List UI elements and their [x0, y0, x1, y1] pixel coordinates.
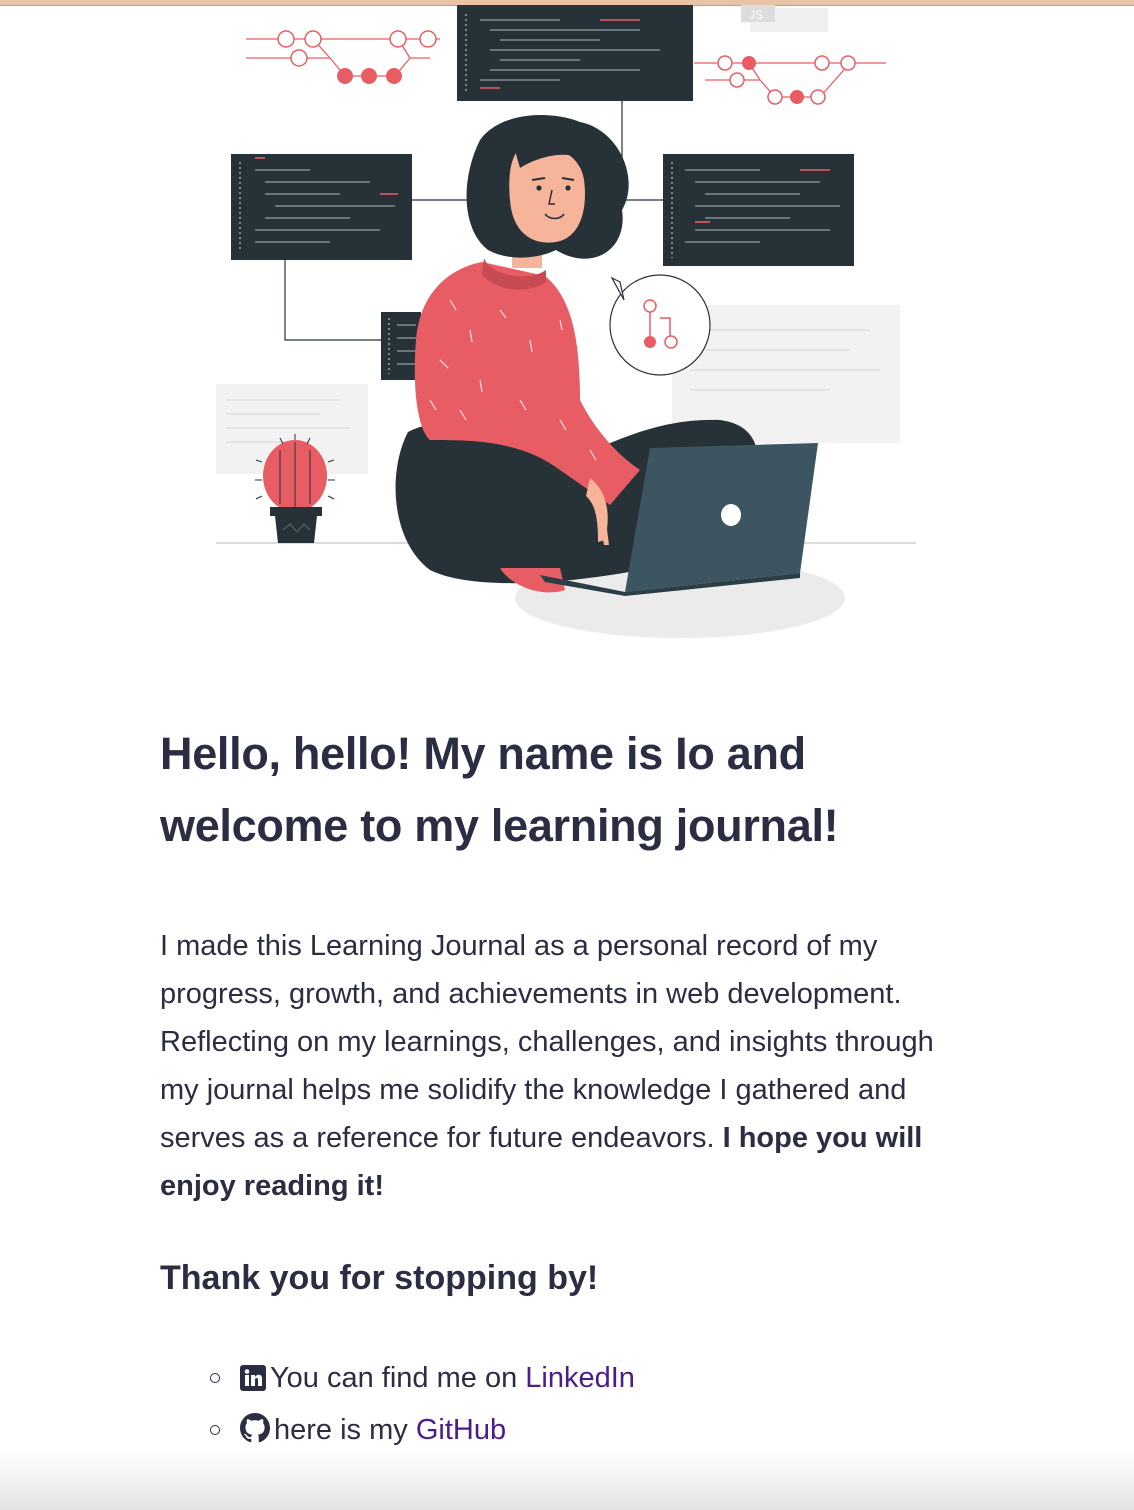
bottom-fade — [0, 1450, 1134, 1510]
bullet-circle-icon — [210, 1425, 220, 1435]
page-title-line2: welcome to my learning journal! — [160, 800, 839, 851]
intro-paragraph: I made this Learning Journal as a person… — [160, 922, 970, 1210]
page-title-line1: Hello, hello! My name is Io and — [160, 728, 806, 779]
list-item-linkedin: You can find me on LinkedIn — [210, 1354, 980, 1406]
linkedin-text: You can find me on — [270, 1362, 526, 1394]
github-link[interactable]: GitHub — [416, 1414, 506, 1446]
woman-coding-laptop-illustration: JS — [216, 5, 916, 638]
hero-illustration: JS — [0, 0, 1134, 660]
linkedin-icon — [240, 1358, 266, 1406]
js-badge: JS — [749, 8, 763, 22]
main-content: Hello, hello! My name is Io and welcome … — [160, 718, 980, 1458]
linkedin-link[interactable]: LinkedIn — [525, 1362, 635, 1394]
bullet-circle-icon — [210, 1373, 220, 1383]
page-title: Hello, hello! My name is Io and welcome … — [160, 718, 980, 862]
thanks-heading: Thank you for stopping by! — [160, 1259, 599, 1297]
github-text: here is my — [274, 1414, 416, 1446]
social-links-list: You can find me on LinkedIn here is my G… — [160, 1354, 980, 1458]
intro-text: I made this Learning Journal as a person… — [160, 930, 934, 1154]
